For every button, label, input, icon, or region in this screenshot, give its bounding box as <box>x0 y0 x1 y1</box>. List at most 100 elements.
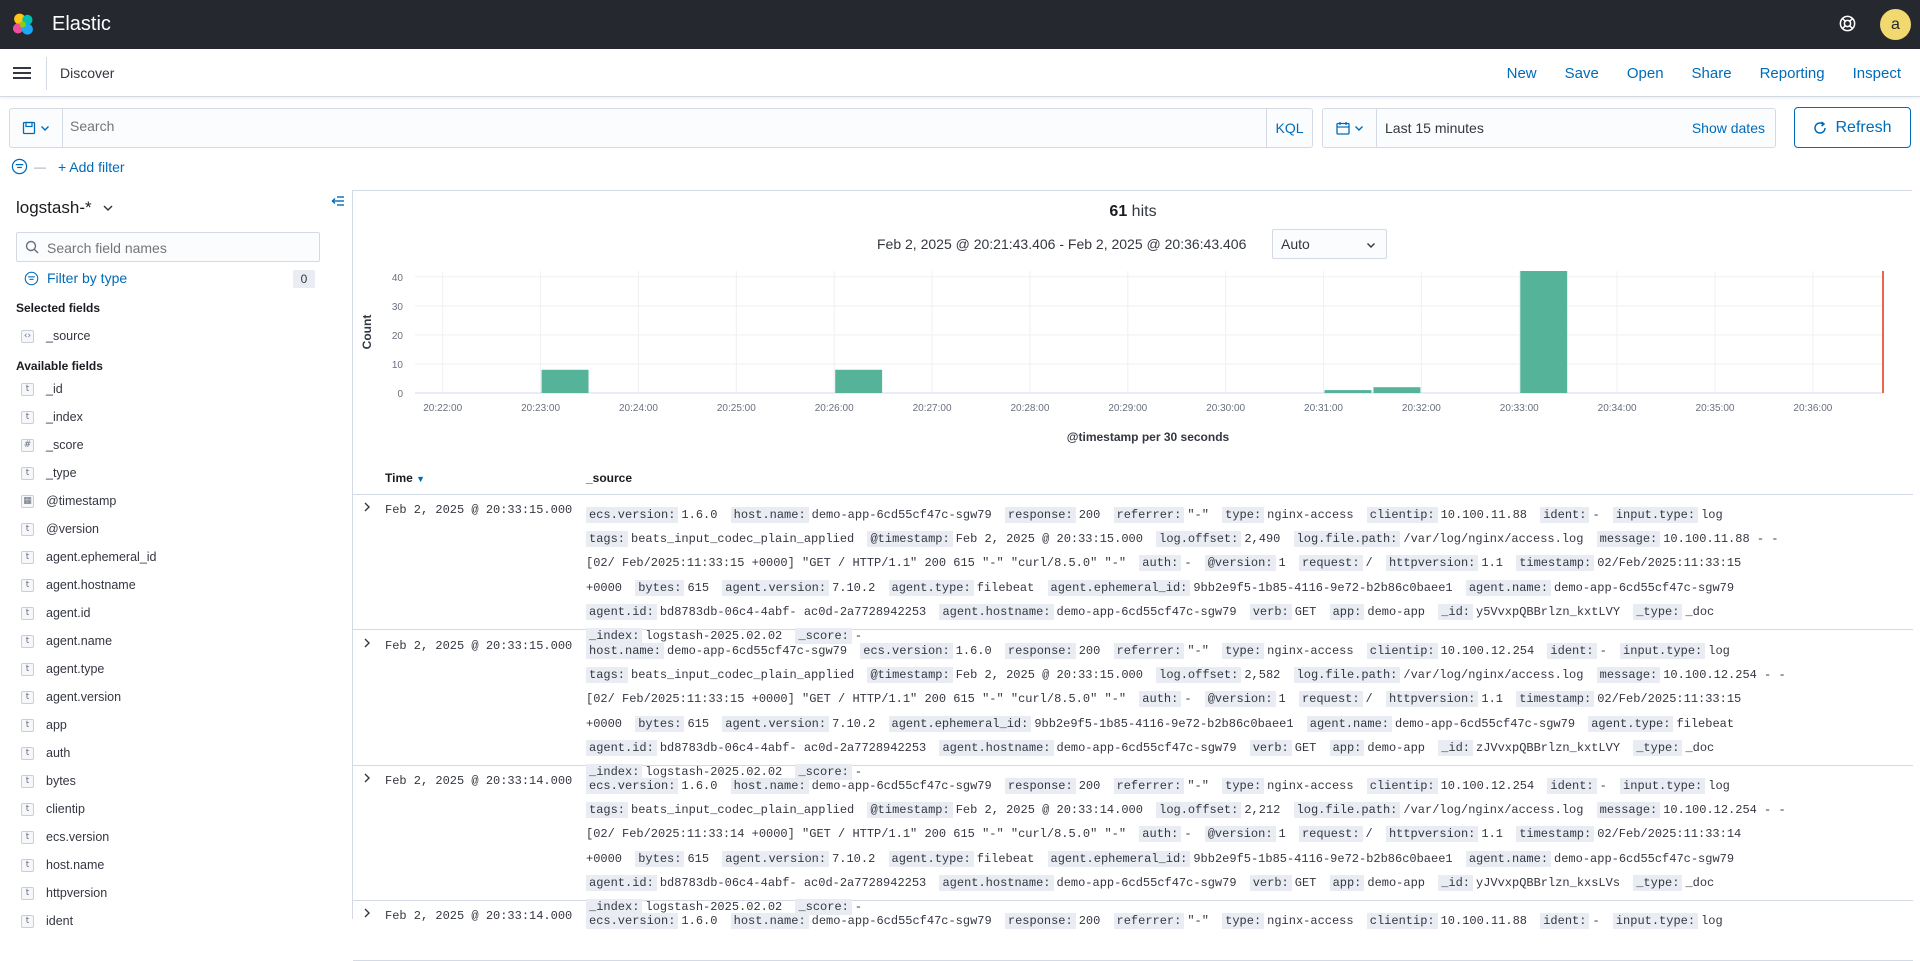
source-field-key: message: <box>1596 531 1661 548</box>
field-item[interactable]: t agent.hostname <box>21 575 136 595</box>
field-item[interactable]: t host.name <box>21 855 104 875</box>
kql-toggle[interactable]: KQL <box>1266 109 1312 147</box>
source-field-value: bd8783db-06c4-4abf- ac0d-2a7728942253 <box>659 604 927 619</box>
expand-row-icon[interactable] <box>361 907 373 919</box>
saved-query-button[interactable] <box>10 109 63 147</box>
field-item[interactable]: t app <box>21 715 67 735</box>
source-field-value: - <box>1592 508 1600 522</box>
field-item[interactable]: t _id <box>21 379 63 399</box>
date-range-label: Feb 2, 2025 @ 20:21:43.406 - Feb 2, 2025… <box>877 236 1247 252</box>
field-item[interactable]: t clientip <box>21 799 85 819</box>
source-field-value: nginx-access <box>1267 914 1354 928</box>
x-tick-label: 20:23:00 <box>521 403 560 414</box>
show-dates-link[interactable]: Show dates <box>1692 120 1765 136</box>
interval-select[interactable]: Auto <box>1272 229 1387 259</box>
field-item[interactable]: t ident <box>21 911 73 931</box>
source-field-key: input.type: <box>1620 778 1706 794</box>
new-link[interactable]: New <box>1507 65 1537 82</box>
refresh-label: Refresh <box>1835 118 1892 136</box>
field-item[interactable]: t agent.version <box>21 687 121 707</box>
field-item[interactable]: t agent.id <box>21 603 90 623</box>
filter-options-icon[interactable] <box>11 158 28 175</box>
source-field-key: clientip: <box>1366 507 1438 523</box>
field-item[interactable]: t bytes <box>21 771 76 791</box>
source-field-key: response: <box>1004 643 1076 659</box>
source-field-key: referrer: <box>1113 507 1185 523</box>
source-field-key: auth: <box>1139 826 1182 843</box>
field-item[interactable]: t agent.ephemeral_id <box>21 547 157 567</box>
source-field-value: Feb 2, 2025 @ 20:33:14.000 <box>955 803 1143 818</box>
index-pattern-selector[interactable]: logstash-* <box>16 198 114 218</box>
help-icon[interactable] <box>1838 14 1857 33</box>
expand-row-icon[interactable] <box>361 772 373 784</box>
field-item[interactable]: t _index <box>21 407 83 427</box>
field-item[interactable]: t agent.type <box>21 659 104 679</box>
source-field-key: referrer: <box>1113 913 1185 929</box>
source-field-key: verb: <box>1249 603 1292 620</box>
source-field-key: agent.version: <box>722 579 830 596</box>
source-field-value: /var/log/nginx/access.log <box>1403 803 1584 818</box>
source-field-value: filebeat <box>1676 716 1735 731</box>
time-range-label[interactable]: Last 15 minutes <box>1385 120 1484 136</box>
field-item[interactable]: ▦ @timestamp <box>21 491 116 511</box>
expand-row-icon[interactable] <box>361 501 373 513</box>
field-type-icon: ▦ <box>21 494 34 508</box>
field-item[interactable]: t ecs.version <box>21 827 109 847</box>
field-item[interactable]: ‹› _source <box>21 326 90 346</box>
field-item[interactable]: t @version <box>21 519 99 539</box>
field-item[interactable]: t auth <box>21 743 70 763</box>
collapse-sidebar-icon[interactable] <box>331 194 345 208</box>
filter-by-type-button[interactable]: Filter by type <box>24 270 127 286</box>
field-item[interactable]: t agent.name <box>21 631 112 651</box>
x-axis-label: @timestamp per 30 seconds <box>1067 430 1230 444</box>
refresh-icon <box>1814 120 1827 134</box>
table-row[interactable]: Feb 2, 2025 @ 20:33:15.000 host.name: demo… <box>353 631 1913 781</box>
source-field-key: ecs.version: <box>586 778 679 794</box>
source-field-key: input.type: <box>1612 507 1699 523</box>
field-search-input[interactable] <box>47 240 307 256</box>
chevron-down-icon <box>1354 126 1363 131</box>
share-link[interactable]: Share <box>1692 65 1732 82</box>
source-field-key: input.type: <box>1620 643 1706 659</box>
x-tick-label: 20:34:00 <box>1598 403 1637 414</box>
search-input[interactable] <box>70 118 970 134</box>
hits-number: 61 <box>1109 203 1128 220</box>
user-avatar[interactable]: a <box>1880 9 1911 40</box>
field-name: _index <box>46 410 83 424</box>
expand-row-icon[interactable] <box>361 637 373 649</box>
table-row[interactable]: Feb 2, 2025 @ 20:33:14.000 ecs.version: 1.… <box>353 766 1913 916</box>
source-field-value: - <box>1592 914 1600 928</box>
source-field-value: Feb 2, 2025 @ 20:33:15.000 <box>955 532 1143 547</box>
source-field-key: httpversion: <box>1385 691 1479 708</box>
source-field-value: "-" <box>1187 779 1209 793</box>
save-link[interactable]: Save <box>1565 65 1599 82</box>
source-field-value: "-" <box>1187 508 1209 522</box>
elastic-logo-icon[interactable] <box>11 12 36 37</box>
source-field-value: 10.100.12.254 <box>1440 644 1535 658</box>
open-link[interactable]: Open <box>1627 65 1664 82</box>
field-item[interactable]: # _score <box>21 435 84 455</box>
time-column-header[interactable]: Time ▼ <box>385 471 425 485</box>
field-item[interactable]: t _type <box>21 463 77 483</box>
add-filter-button[interactable]: + Add filter <box>58 159 125 175</box>
source-field-key: response: <box>1004 913 1076 929</box>
x-tick-label: 20:26:00 <box>815 403 854 414</box>
source-field-key: clientip: <box>1366 778 1438 794</box>
source-field-value: demo-app-6cd55cf47c-sgw79 <box>1056 875 1237 890</box>
field-type-icon: t <box>21 550 34 564</box>
refresh-button[interactable]: Refresh <box>1794 107 1911 148</box>
histogram-bar <box>1324 390 1372 393</box>
field-item[interactable]: t httpversion <box>21 883 107 903</box>
source-field-value: yJVvxpQBBrlzn_kxsLVs <box>1476 875 1621 890</box>
inspect-link[interactable]: Inspect <box>1853 65 1901 82</box>
table-row[interactable]: Feb 2, 2025 @ 20:33:15.000 ecs.version: 1.… <box>353 495 1913 645</box>
row-source: host.name: demo-app-6cd55cf47c-sgw79 ecs.… <box>586 639 1786 784</box>
table-row[interactable]: Feb 2, 2025 @ 20:33:14.000 ecs.version: 1.… <box>353 901 1913 961</box>
menu-toggle-icon[interactable] <box>13 64 31 82</box>
source-field-value: GET <box>1294 604 1317 619</box>
row-timestamp: Feb 2, 2025 @ 20:33:14.000 <box>385 774 573 788</box>
reporting-link[interactable]: Reporting <box>1760 65 1825 82</box>
source-field-value: 1.6.0 <box>681 508 718 522</box>
quick-select-button[interactable] <box>1323 109 1377 147</box>
source-field-value: 7.10.2 <box>832 851 876 866</box>
